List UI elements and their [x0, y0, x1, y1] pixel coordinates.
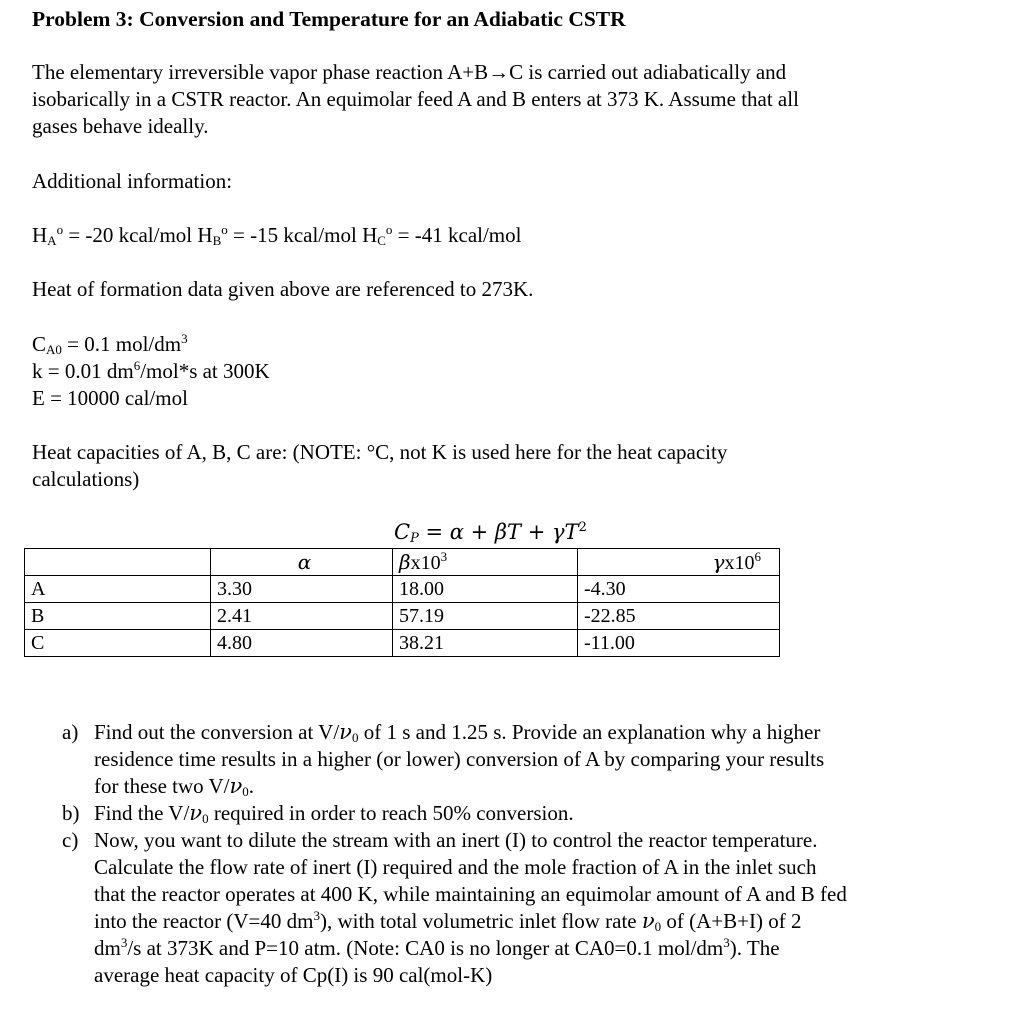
question-line: Calculate the flow rate of inert (I) req… — [94, 855, 817, 879]
intro-line: isobarically in a CSTR reactor. An equim… — [32, 87, 799, 111]
question-list: a) Find out the conversion at V/ν0 of 1 … — [62, 719, 962, 989]
question-label: b) — [62, 801, 80, 825]
question-line: residence time results in a higher (or l… — [94, 747, 825, 771]
problem-title: Problem 3: Conversion and Temperature fo… — [32, 7, 626, 31]
param-k: k = 0.01 dm6/mol*s at 300K — [32, 358, 270, 383]
additional-info-label: Additional information: — [32, 169, 233, 193]
heat-capacity-table: α βx103 γx106 A 3.30 18.00 -4.30 B 2.41 … — [24, 548, 780, 657]
heat-capacity-intro-line: calculations) — [32, 467, 140, 491]
table-cell-gamma: -22.85 — [577, 602, 780, 630]
table-cell-species: B — [24, 602, 211, 630]
table-row: C 4.80 38.21 -11.00 — [24, 629, 780, 657]
question-line: average heat capacity of Cp(I) is 90 cal… — [94, 963, 493, 987]
intro-line: The elementary irreversible vapor phase … — [32, 60, 787, 84]
question-label: a) — [62, 720, 79, 744]
heat-of-formation-a: HAo = -20 kcal/mol — [32, 222, 198, 248]
table-header-cell — [24, 548, 211, 576]
table-cell-alpha: 3.30 — [210, 575, 393, 603]
question-line: that the reactor operates at 400 K, whil… — [94, 882, 847, 906]
table-cell-species: A — [24, 575, 211, 603]
table-header-alpha: α — [210, 548, 393, 576]
question-line: Find the V/ν0 required in order to reach… — [94, 801, 574, 826]
table-cell-gamma: -11.00 — [577, 629, 780, 657]
reference-note: Heat of formation data given above are r… — [32, 277, 534, 301]
table-cell-alpha: 2.41 — [210, 602, 393, 630]
table-header-gamma: γx106 — [577, 548, 780, 576]
table-cell-gamma: -4.30 — [577, 575, 780, 603]
param-ca0: CA0 = 0.1 mol/dm3 — [32, 331, 188, 357]
question-line: into the reactor (V=40 dm3), with total … — [94, 908, 802, 934]
table-cell-beta: 57.19 — [392, 602, 578, 630]
heat-of-formation-b: HBo = -15 kcal/mol — [197, 222, 363, 248]
param-e: E = 10000 cal/mol — [32, 386, 188, 410]
question-line: dm3/s at 373K and P=10 atm. (Note: CA0 i… — [94, 935, 780, 960]
question-a: a) Find out the conversion at V/ν0 of 1 … — [62, 719, 962, 800]
table-cell-beta: 18.00 — [392, 575, 578, 603]
table-row: A 3.30 18.00 -4.30 — [24, 575, 780, 603]
table-cell-beta: 38.21 — [392, 629, 578, 657]
table-cell-species: C — [24, 629, 211, 657]
question-line: Find out the conversion at V/ν0 of 1 s a… — [94, 720, 821, 745]
question-label: c) — [62, 828, 79, 852]
question-line: Now, you want to dilute the stream with … — [94, 828, 818, 852]
question-b: b) Find the V/ν0 required in order to re… — [62, 800, 962, 827]
heat-capacity-intro-line: Heat capacities of A, B, C are: (NOTE: °… — [32, 440, 728, 464]
table-header-beta: βx103 — [392, 548, 578, 576]
heats-of-formation: HAo = -20 kcal/mol HBo = -15 kcal/mol HC… — [32, 222, 521, 249]
cp-formula: CP = α + βT + γT2 — [394, 520, 587, 546]
question-line: for these two V/ν0. — [94, 774, 255, 799]
heat-of-formation-c: HCo = -41 kcal/mol — [362, 222, 522, 248]
table-header-row: α βx103 γx106 — [24, 548, 780, 576]
question-c: c) Now, you want to dilute the stream wi… — [62, 827, 962, 989]
table-cell-alpha: 4.80 — [210, 629, 393, 657]
intro-line: gases behave ideally. — [32, 114, 209, 138]
table-row: B 2.41 57.19 -22.85 — [24, 602, 780, 630]
